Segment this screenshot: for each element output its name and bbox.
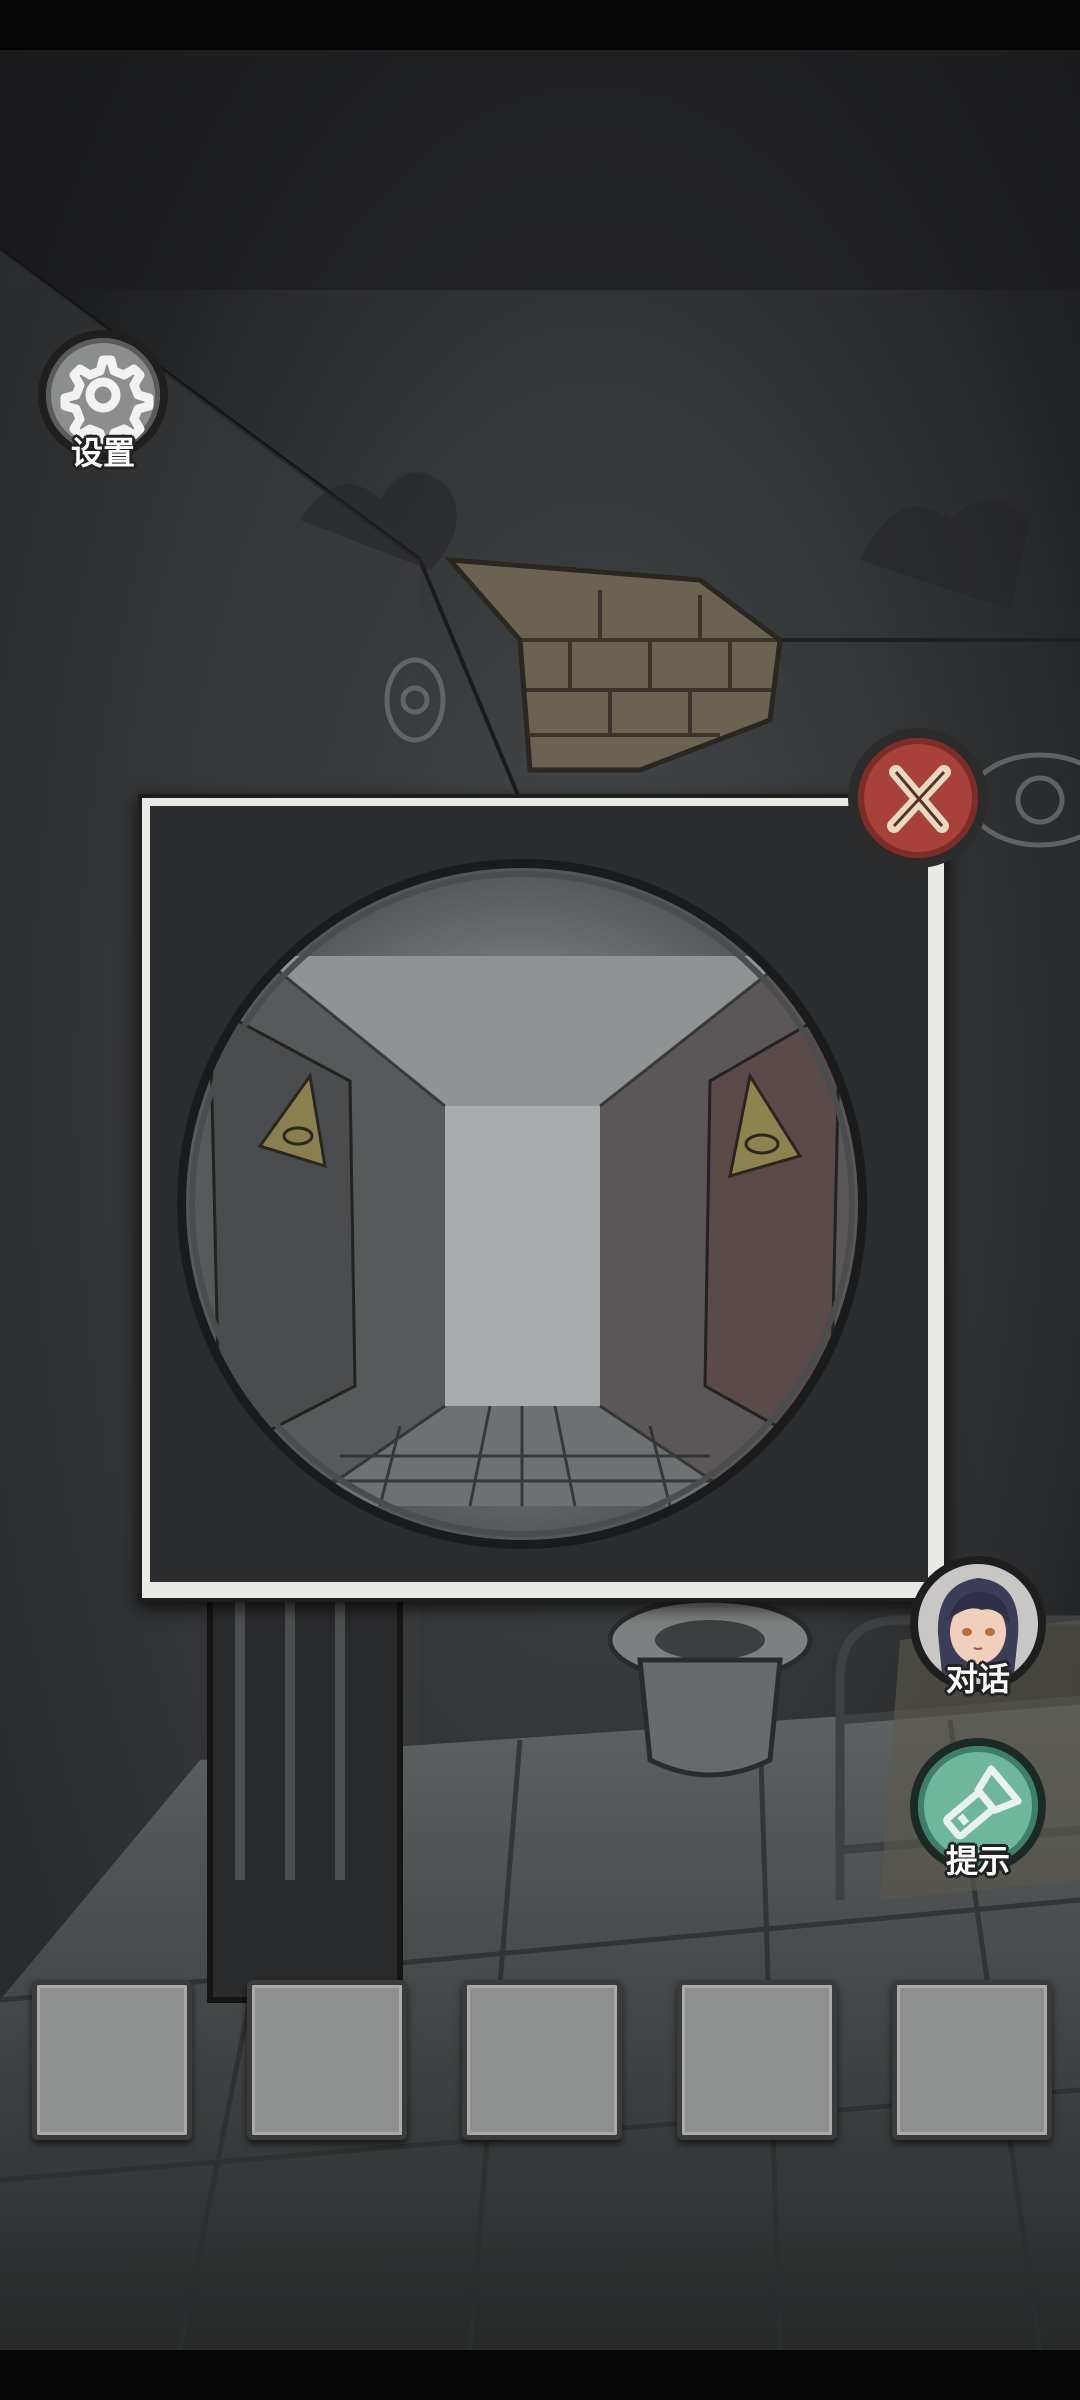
inventory-slot-1[interactable] bbox=[32, 1980, 192, 2140]
dialogue-label: 对话 bbox=[945, 1660, 1010, 1698]
hint-button[interactable]: 提示 bbox=[910, 1738, 1046, 1880]
peephole-view[interactable] bbox=[150, 806, 928, 1582]
close-button[interactable] bbox=[848, 728, 988, 868]
dialogue-button[interactable]: 对话 bbox=[910, 1556, 1046, 1698]
inventory-slot-2[interactable] bbox=[247, 1980, 407, 2140]
inventory-slot-4[interactable] bbox=[677, 1980, 837, 2140]
top-bar bbox=[0, 0, 1080, 50]
game-screen: 设置 对话 提示 bbox=[0, 0, 1080, 2400]
settings-button[interactable]: 设置 bbox=[38, 330, 168, 472]
hint-label: 提示 bbox=[945, 1842, 1010, 1880]
close-x-icon bbox=[858, 738, 978, 858]
inventory-slot-5[interactable] bbox=[892, 1980, 1052, 2140]
settings-label: 设置 bbox=[70, 434, 135, 472]
peephole-popup bbox=[138, 794, 948, 1602]
bottom-bar bbox=[0, 2350, 1080, 2400]
inventory-slot-3[interactable] bbox=[462, 1980, 622, 2140]
